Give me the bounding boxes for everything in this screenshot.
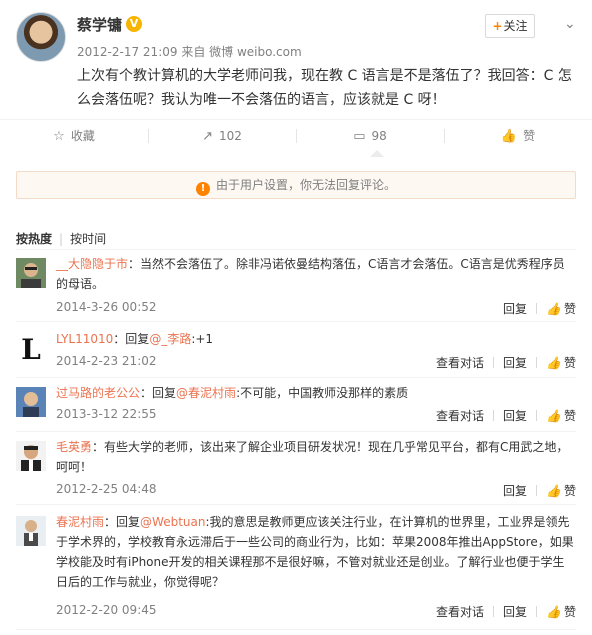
comment-user[interactable]: 毛英勇	[56, 440, 92, 454]
comment-user[interactable]: 过马路的老公公	[56, 386, 140, 400]
divider	[536, 357, 538, 368]
thumbs-up-icon: 👍	[546, 356, 561, 370]
comment-actions: 回复 👍 赞	[494, 300, 576, 317]
favorite-button[interactable]: ☆ 收藏	[0, 120, 148, 152]
commenter-avatar[interactable]	[16, 516, 46, 546]
post-action-bar: ☆ 收藏 ↗ 102 ▭ 98 👍 赞	[0, 119, 592, 151]
divider	[536, 303, 538, 314]
commenter-avatar[interactable]	[16, 441, 46, 471]
follow-label: 关注	[503, 19, 528, 33]
comment-like-button[interactable]: 👍 赞	[546, 484, 576, 498]
comment-time: 2014-3-26 00:52	[56, 300, 157, 314]
comment-text: LYL11010：回复@_李路:+1	[56, 332, 214, 346]
comment-sort-tabs: 按热度 | 按时间	[16, 230, 106, 250]
comment-time: 2012-2-25 04:48	[56, 482, 157, 496]
reply-button[interactable]: 回复	[503, 356, 527, 370]
svg-text:L: L	[21, 333, 41, 363]
comment-actions: 查看对话 回复 👍 赞	[427, 407, 576, 424]
reply-disabled-notice: ! 由于用户设置，你无法回复评论。	[16, 171, 576, 199]
commenter-avatar[interactable]: L	[16, 333, 46, 363]
thumbs-up-icon: 👍	[546, 484, 561, 498]
divider	[536, 410, 538, 421]
star-icon: ☆	[53, 129, 65, 144]
post-meta: 2012-2-17 21:09 来自 微博 weibo.com	[77, 45, 302, 59]
like-button[interactable]: 👍 赞	[444, 120, 592, 152]
comment-like-button[interactable]: 👍 赞	[546, 605, 576, 619]
view-conversation-button[interactable]: 查看对话	[436, 409, 484, 423]
reply-button[interactable]: 回复	[503, 302, 527, 316]
thumbs-up-icon: 👍	[546, 605, 561, 619]
thumbs-up-icon: 👍	[546, 302, 561, 316]
comment-button[interactable]: ▭ 98	[296, 120, 444, 152]
divider	[493, 410, 495, 421]
reply-button[interactable]: 回复	[503, 484, 527, 498]
comment-actions: 回复 👍 赞	[494, 482, 576, 499]
verified-badge-icon: V	[126, 16, 142, 32]
commenter-avatar[interactable]	[16, 258, 46, 288]
comment-time: 2014-2-23 21:02	[56, 354, 157, 368]
divider	[16, 249, 576, 250]
comment-icon: ▭	[353, 129, 366, 144]
comment-like-button[interactable]: 👍 赞	[546, 409, 576, 423]
comment-item: 过马路的老公公：回复@春泥村雨:不可能，中国教师没那样的素质 2013-3-12…	[16, 383, 576, 432]
comment-like-button[interactable]: 👍 赞	[546, 356, 576, 370]
comment-item: 毛英勇：有些大学的老师，该出来了解企业项目研发状况！现在几乎常见平台，都有C用武…	[16, 437, 576, 505]
repost-icon: ↗	[202, 129, 213, 144]
author-name[interactable]: 蔡学镛	[77, 14, 122, 35]
divider	[493, 606, 495, 617]
comment-text: __大隐隐于市：当然不会落伍了。除非冯诺依曼结构落伍，C语言才会落伍。C语言是优…	[56, 257, 565, 291]
mention-link[interactable]: @Webtuan	[140, 515, 205, 529]
tab-divider: |	[59, 232, 64, 246]
author-avatar[interactable]	[16, 12, 66, 62]
comment-user[interactable]: LYL11010	[56, 332, 113, 346]
view-conversation-button[interactable]: 查看对话	[436, 356, 484, 370]
comment-item: 春泥村雨：回复@Webtuan:我的意思是教师更应该关注行业，在计算机的世界里，…	[16, 512, 576, 630]
commenter-avatar[interactable]	[16, 387, 46, 417]
comment-text: 毛英勇：有些大学的老师，该出来了解企业项目研发状况！现在几乎常见平台，都有C用武…	[56, 440, 569, 474]
chevron-down-icon[interactable]: ⌄	[564, 16, 576, 32]
divider	[536, 485, 538, 496]
comment-user[interactable]: 春泥村雨	[56, 515, 104, 529]
divider	[493, 357, 495, 368]
repost-button[interactable]: ↗ 102	[148, 120, 296, 152]
comment-actions: 查看对话 回复 👍 赞	[427, 603, 576, 620]
comment-user[interactable]: __大隐隐于市	[56, 257, 128, 271]
warning-icon: !	[195, 182, 210, 196]
view-conversation-button[interactable]: 查看对话	[436, 605, 484, 619]
comment-time: 2013-3-12 22:55	[56, 407, 157, 421]
reply-button[interactable]: 回复	[503, 409, 527, 423]
comment-text: 春泥村雨：回复@Webtuan:我的意思是教师更应该关注行业，在计算机的世界里，…	[56, 515, 574, 589]
divider	[536, 606, 538, 617]
reply-button[interactable]: 回复	[503, 605, 527, 619]
thumbs-up-icon: 👍	[546, 409, 561, 423]
follow-button[interactable]: +关注	[485, 14, 535, 38]
comment-item: L LYL11010：回复@_李路:+1 2014-2-23 21:02 查看对…	[16, 329, 576, 378]
comment-like-button[interactable]: 👍 赞	[546, 302, 576, 316]
mention-link[interactable]: @春泥村雨	[176, 386, 236, 400]
plus-icon: +	[492, 19, 503, 33]
comment-text: 过马路的老公公：回复@春泥村雨:不可能，中国教师没那样的素质	[56, 386, 409, 400]
tab-sort-time[interactable]: 按时间	[70, 230, 106, 247]
tab-sort-hot[interactable]: 按热度	[16, 230, 52, 247]
comment-item: __大隐隐于市：当然不会落伍了。除非冯诺依曼结构落伍，C语言才会落伍。C语言是优…	[16, 254, 576, 322]
post-text: 上次有个教计算机的大学老师问我，现在教 C 语言是不是落伍了？我回答：C 怎么会…	[77, 68, 572, 108]
comment-caret	[370, 150, 384, 157]
thumbs-up-icon: 👍	[500, 129, 518, 144]
comment-time: 2012-2-20 09:45	[56, 603, 157, 617]
post-header: 蔡学镛 V 2012-2-17 21:09 来自 微博 weibo.com +关…	[16, 12, 576, 62]
comment-actions: 查看对话 回复 👍 赞	[427, 354, 576, 371]
mention-link[interactable]: @_李路	[149, 332, 191, 346]
